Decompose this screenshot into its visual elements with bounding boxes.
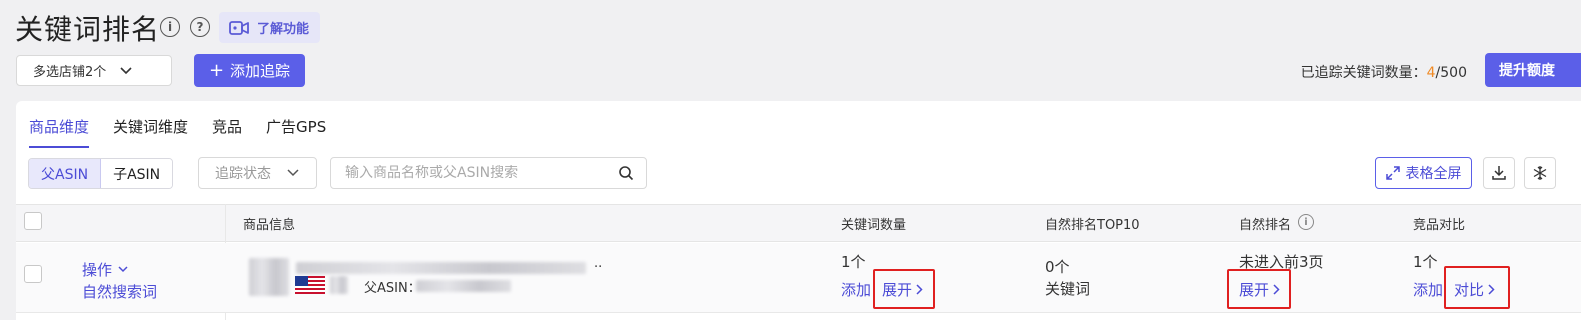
expand-label: 展开 [1239,281,1270,299]
plus-icon: + [208,59,225,81]
tab-competitors[interactable]: 竞品 [212,116,242,144]
expand-keywords-link[interactable]: 展开 [882,279,923,300]
search-box [330,157,647,189]
top10-unit: 关键词 [1045,280,1091,298]
compare-label: 对比 [1454,281,1485,299]
competitor-count: 1个 [1413,253,1438,271]
chevron-right-icon [1273,284,1280,295]
us-flag-icon [295,276,325,294]
search-input[interactable] [345,165,618,181]
page-title: 关键词排名 [15,13,161,46]
learn-feature-label: 了解功能 [257,22,310,37]
header-product-info: 商品信息 [243,218,296,233]
fullscreen-button[interactable]: 表格全屏 [1375,157,1472,189]
add-keyword-link[interactable]: 添加 [841,279,871,300]
tracked-current: 4 [1426,65,1436,81]
compare-link[interactable]: 对比 [1454,279,1495,300]
product-title-blurred [296,262,586,274]
info-icon[interactable]: i [1298,214,1314,230]
track-status-select[interactable]: 追踪状态 [198,157,317,189]
add-track-button[interactable]: + 添加追踪 [194,54,305,87]
raise-quota-button[interactable]: 提升额度 [1485,53,1581,87]
keyword-count: 1个 [841,253,866,271]
header-natural-rank: 自然排名 [1239,218,1292,233]
column-settings-button[interactable] [1524,157,1556,189]
tab-product-dimension[interactable]: 商品维度 [29,116,90,148]
product-image [249,258,289,296]
parent-asin-label: 父ASIN： [364,281,421,296]
search-icon[interactable] [618,165,634,181]
row-checkbox[interactable] [24,265,42,283]
store-select-value: 多选店铺2个 [33,65,107,80]
tab-keyword-dimension[interactable]: 关键词维度 [113,116,188,144]
download-icon [1492,166,1506,180]
expand-rank-link[interactable]: 展开 [1239,279,1280,300]
tracked-label: 已追踪关键词数量： [1300,65,1427,81]
chevron-down-icon [118,266,128,273]
chevron-right-icon [1488,284,1495,295]
parent-asin-value-blurred [416,280,511,292]
blurred-badge [330,276,348,294]
header-competitor-compare: 竞品对比 [1413,218,1466,233]
info-icon[interactable]: i [160,17,180,37]
product-title-suffix: .. [594,256,603,271]
store-select[interactable]: 多选店铺2个 [16,55,172,86]
asin-toggle: 父ASIN 子ASIN [28,158,174,189]
tracked-total: /500 [1435,65,1467,81]
expand-label: 展开 [882,281,913,299]
natural-search-link[interactable]: 自然搜索词 [82,281,157,302]
chevron-down-icon [120,66,132,74]
header-natural-top10: 自然排名TOP10 [1045,218,1140,233]
help-icon[interactable]: ? [190,17,210,37]
chevron-down-icon [287,169,299,177]
tab-bar: 商品维度 关键词维度 竞品 广告GPS [29,116,326,148]
tab-ad-gps[interactable]: 广告GPS [266,116,326,144]
expand-icon [1385,166,1400,180]
child-asin-option[interactable]: 子ASIN [101,159,173,188]
snowflake-icon [1533,166,1547,180]
action-label: 操作 [82,261,113,279]
learn-feature-button[interactable]: 了解功能 [219,12,320,43]
top10-count: 0个 [1045,258,1070,276]
action-menu[interactable]: 操作 [82,259,128,280]
parent-asin-option[interactable]: 父ASIN [29,159,102,188]
track-status-placeholder: 追踪状态 [215,166,271,182]
header-keyword-count: 关键词数量 [841,218,907,233]
tracked-count: 已追踪关键词数量：4/500 [1301,62,1467,82]
fullscreen-label: 表格全屏 [1405,166,1462,182]
chevron-right-icon [916,284,923,295]
add-track-label: 添加追踪 [230,62,291,80]
download-button[interactable] [1483,157,1515,189]
add-competitor-link[interactable]: 添加 [1413,279,1443,300]
video-icon [229,20,249,35]
select-all-checkbox[interactable] [24,212,42,230]
